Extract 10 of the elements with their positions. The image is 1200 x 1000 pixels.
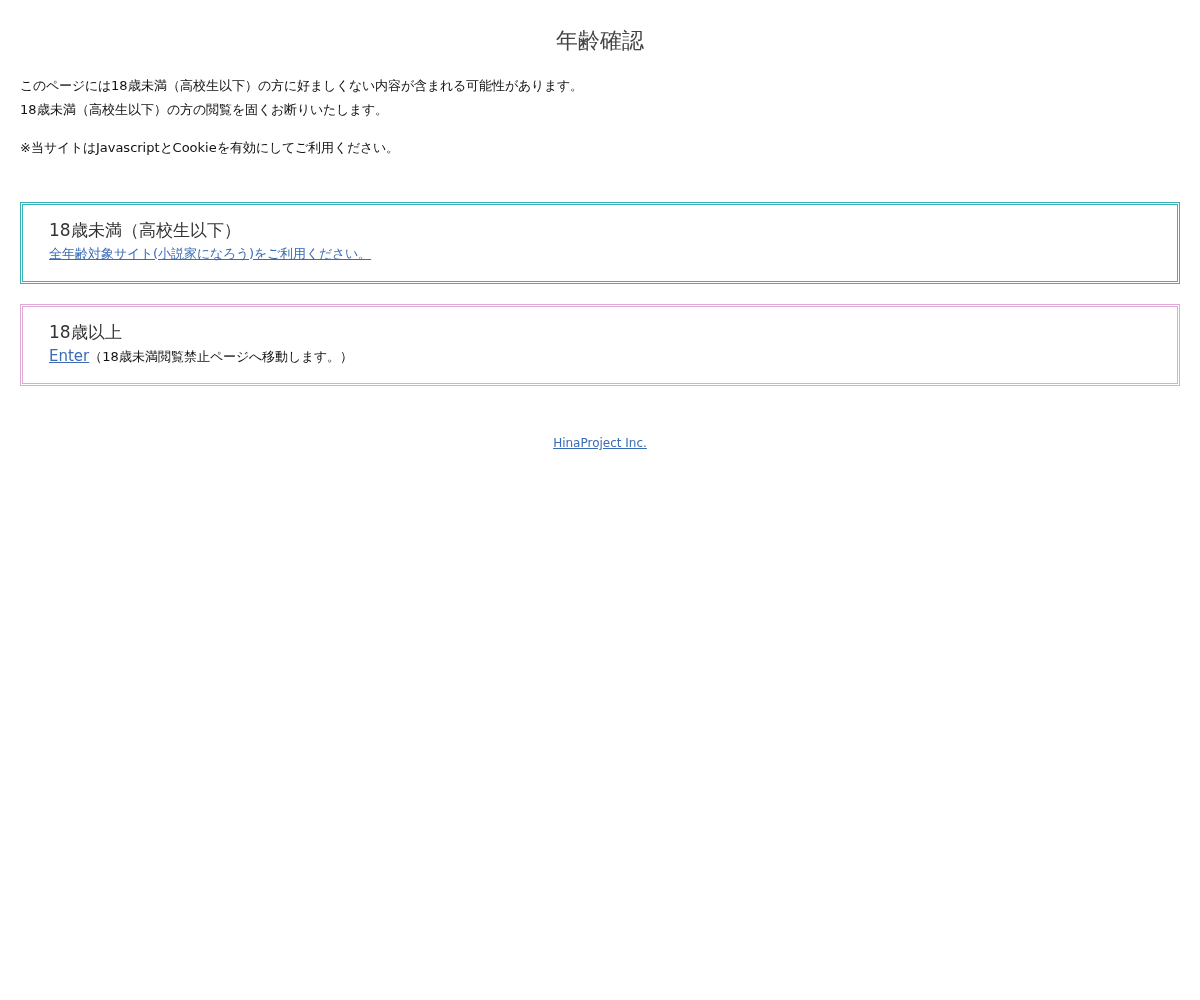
option-heading: 18歳以上 [49,321,123,344]
option-description: （18歳未満閲覧禁止ページへ移動します。） [89,348,353,366]
option-link[interactable]: Enter [49,345,90,367]
notice-text: このページには18歳未満（高校生以下）の方に好ましくない内容が含まれる可能性があります。 [20,77,584,95]
option-heading: 18歳未満（高校生以下） [49,219,242,242]
notice-text: 18歳未満（高校生以下）の方の閲覧を固くお断りいたします。 [20,101,389,119]
footer-link[interactable]: HinaProject Inc. [553,436,647,450]
note-text: ※当サイトはJavascriptとCookieを有効にしてご利用ください。 [20,139,400,157]
option-link[interactable]: 全年齢対象サイト(小説家になろう)をご利用ください。 [49,243,372,265]
page-title: 年齢確認 [555,27,645,55]
